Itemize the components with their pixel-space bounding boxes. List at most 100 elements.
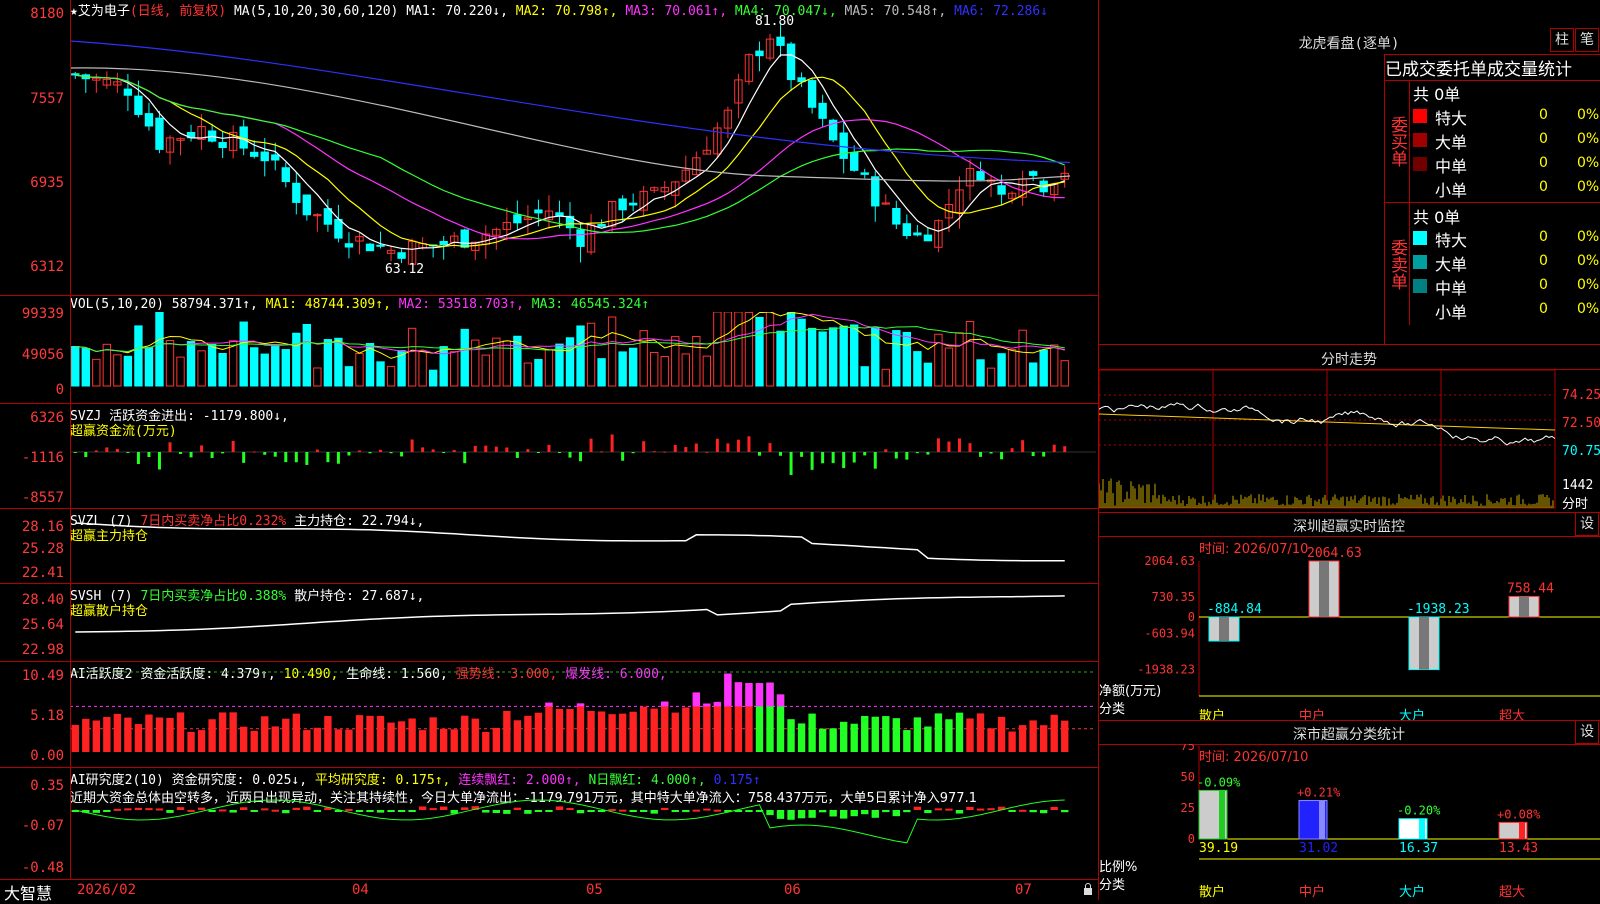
- lock-icon[interactable]: [1082, 882, 1094, 896]
- category-label: 大户: [1399, 884, 1425, 900]
- volume-bar: [155, 312, 164, 387]
- research-bar: [924, 810, 932, 814]
- intraday-title: 分时走势: [1321, 352, 1377, 368]
- volume-bar: [671, 336, 680, 387]
- svsh-chart[interactable]: [70, 584, 1096, 661]
- flow-bar: [905, 452, 909, 460]
- tick-mode-button[interactable]: 笔: [1575, 28, 1599, 52]
- activity-bar: [524, 715, 532, 752]
- research-bar: [576, 810, 585, 814]
- svzj-pane[interactable]: SVZJ 活跃资金进出: -1179.800↓, 超赢资金流(万元) 6326 …: [0, 404, 1098, 509]
- volume-chart[interactable]: [70, 312, 1096, 402]
- activity-bar: [103, 716, 111, 752]
- svzj-chart[interactable]: [70, 404, 1096, 508]
- ai-activity-pane[interactable]: AI活跃度2 资金活跃度: 4.379↑, 10.490, 生命线: 1.560…: [0, 662, 1098, 768]
- high-price-label: 81.80: [755, 14, 795, 29]
- y-tick: -0.48: [21, 860, 64, 876]
- low-price-label: 63.12: [385, 262, 425, 277]
- research-bar: [840, 810, 848, 819]
- flow-bar: [347, 452, 351, 456]
- research-bar: [503, 810, 511, 814]
- svzl-pane[interactable]: SVZL (7) 7日内买卖净占比0.232% 主力持仓: 22.794↓, 超…: [0, 509, 1098, 584]
- activity-bar: [134, 724, 143, 752]
- kline-pane[interactable]: ★艾为电子(日线, 前复权) MA(5,10,20,30,60,120) MA1…: [0, 0, 1098, 296]
- category-label: 散户: [1199, 708, 1225, 720]
- flow-bar: [652, 451, 656, 453]
- activity-bar: [1018, 725, 1027, 752]
- candlestick-chart[interactable]: [70, 14, 1096, 294]
- volume-bar: [123, 355, 133, 387]
- intraday-panel[interactable]: 分时走势 74.25 72.50 70.75 1442 分时: [1099, 344, 1600, 513]
- research-bar: [976, 808, 985, 811]
- category-label: 大户: [1399, 708, 1425, 720]
- volume-bar: [786, 312, 796, 387]
- volume-bar: [807, 327, 817, 387]
- svzl-chart[interactable]: [70, 509, 1096, 583]
- svsh-pane[interactable]: SVSH (7) 7日内买卖净占比0.388% 散户持仓: 27.687↓, 超…: [0, 584, 1098, 662]
- candle-body: [250, 151, 259, 157]
- volume-bar: [586, 322, 596, 387]
- activity-bar: [82, 718, 90, 752]
- x-tick: 04: [352, 882, 369, 898]
- research-bar: [955, 810, 964, 814]
- candle-body: [755, 50, 764, 57]
- vol-value: 58794.371↑,: [171, 297, 258, 312]
- research-bar: [218, 809, 227, 812]
- research-bar: [850, 810, 858, 817]
- volume-bar: [418, 350, 427, 387]
- dragon-header: 已成交委托单成交量统计: [1385, 55, 1600, 81]
- activity-bar: [671, 712, 679, 752]
- y-tick: 75: [1181, 744, 1195, 753]
- activity-bar: [797, 723, 806, 752]
- research-bar: [461, 807, 469, 810]
- research-bar: [92, 810, 100, 813]
- candle-body: [218, 142, 227, 149]
- activity-bar: [240, 726, 248, 752]
- volume-bar: [1060, 360, 1069, 387]
- row-count: 0: [1539, 107, 1548, 123]
- bar-mode-button[interactable]: 柱: [1550, 28, 1574, 52]
- activity-bar: [976, 713, 985, 752]
- intraday-chart[interactable]: [1099, 370, 1559, 512]
- ai-activity-chart[interactable]: [70, 662, 1096, 767]
- candle-body: [271, 154, 280, 161]
- activity-bar: [324, 716, 332, 752]
- flow-bar: [473, 445, 477, 452]
- legend-swatch: [1413, 181, 1427, 195]
- y-tick: 50: [1181, 770, 1195, 784]
- category-label: 超大: [1499, 885, 1525, 900]
- volume-bar: [839, 325, 848, 387]
- research-bar: [492, 810, 500, 814]
- ai-research-pane[interactable]: AI研究度2(10) 资金研究度: 0.025↓, 平均研究度: 0.175↑,…: [0, 768, 1098, 880]
- flow-bar: [273, 452, 277, 457]
- realtime-chart[interactable]: 2064.63 730.35 0 -603.94 -1938.23 -884.84 散户 20…: [1099, 536, 1600, 720]
- volume-bar: [650, 351, 659, 387]
- holding-line: [75, 522, 1065, 562]
- activity-bar: [271, 726, 279, 752]
- candle-body: [913, 232, 922, 236]
- dragon-row: 特大 0 0%: [1411, 105, 1599, 129]
- y-tick: 2064.63: [1144, 554, 1195, 568]
- flow-bar: [189, 452, 193, 458]
- classify-settings-button[interactable]: 设: [1575, 720, 1599, 744]
- volume-bar: [628, 347, 638, 387]
- activity-burst: [713, 701, 722, 707]
- ai-research-chart[interactable]: [70, 768, 1096, 879]
- row-label: 大单: [1435, 133, 1468, 152]
- volume-bar: [439, 346, 448, 387]
- activity-bar: [650, 708, 658, 752]
- volume-bar: [965, 320, 975, 387]
- legend-swatch: [1413, 231, 1427, 245]
- buy-side-label: 委买单: [1385, 80, 1410, 202]
- candle-body: [923, 234, 933, 242]
- flow-bar: [736, 439, 740, 452]
- legend-swatch: [1413, 157, 1427, 171]
- flow-bar: [747, 436, 751, 452]
- volume-bar: [81, 348, 90, 387]
- legend-swatch: [1413, 133, 1427, 147]
- classify-chart[interactable]: 75 50 25 0 -0.09% 39.19 散户 +0.21% 31.02 中户 -0.20% 1…: [1099, 744, 1600, 900]
- activity-bar: [176, 712, 185, 752]
- realtime-settings-button[interactable]: 设: [1575, 512, 1599, 536]
- volume-pane[interactable]: VOL(5,10,20) 58794.371↑, MA1: 48744.309↑…: [0, 296, 1098, 404]
- activity-bar: [397, 721, 406, 752]
